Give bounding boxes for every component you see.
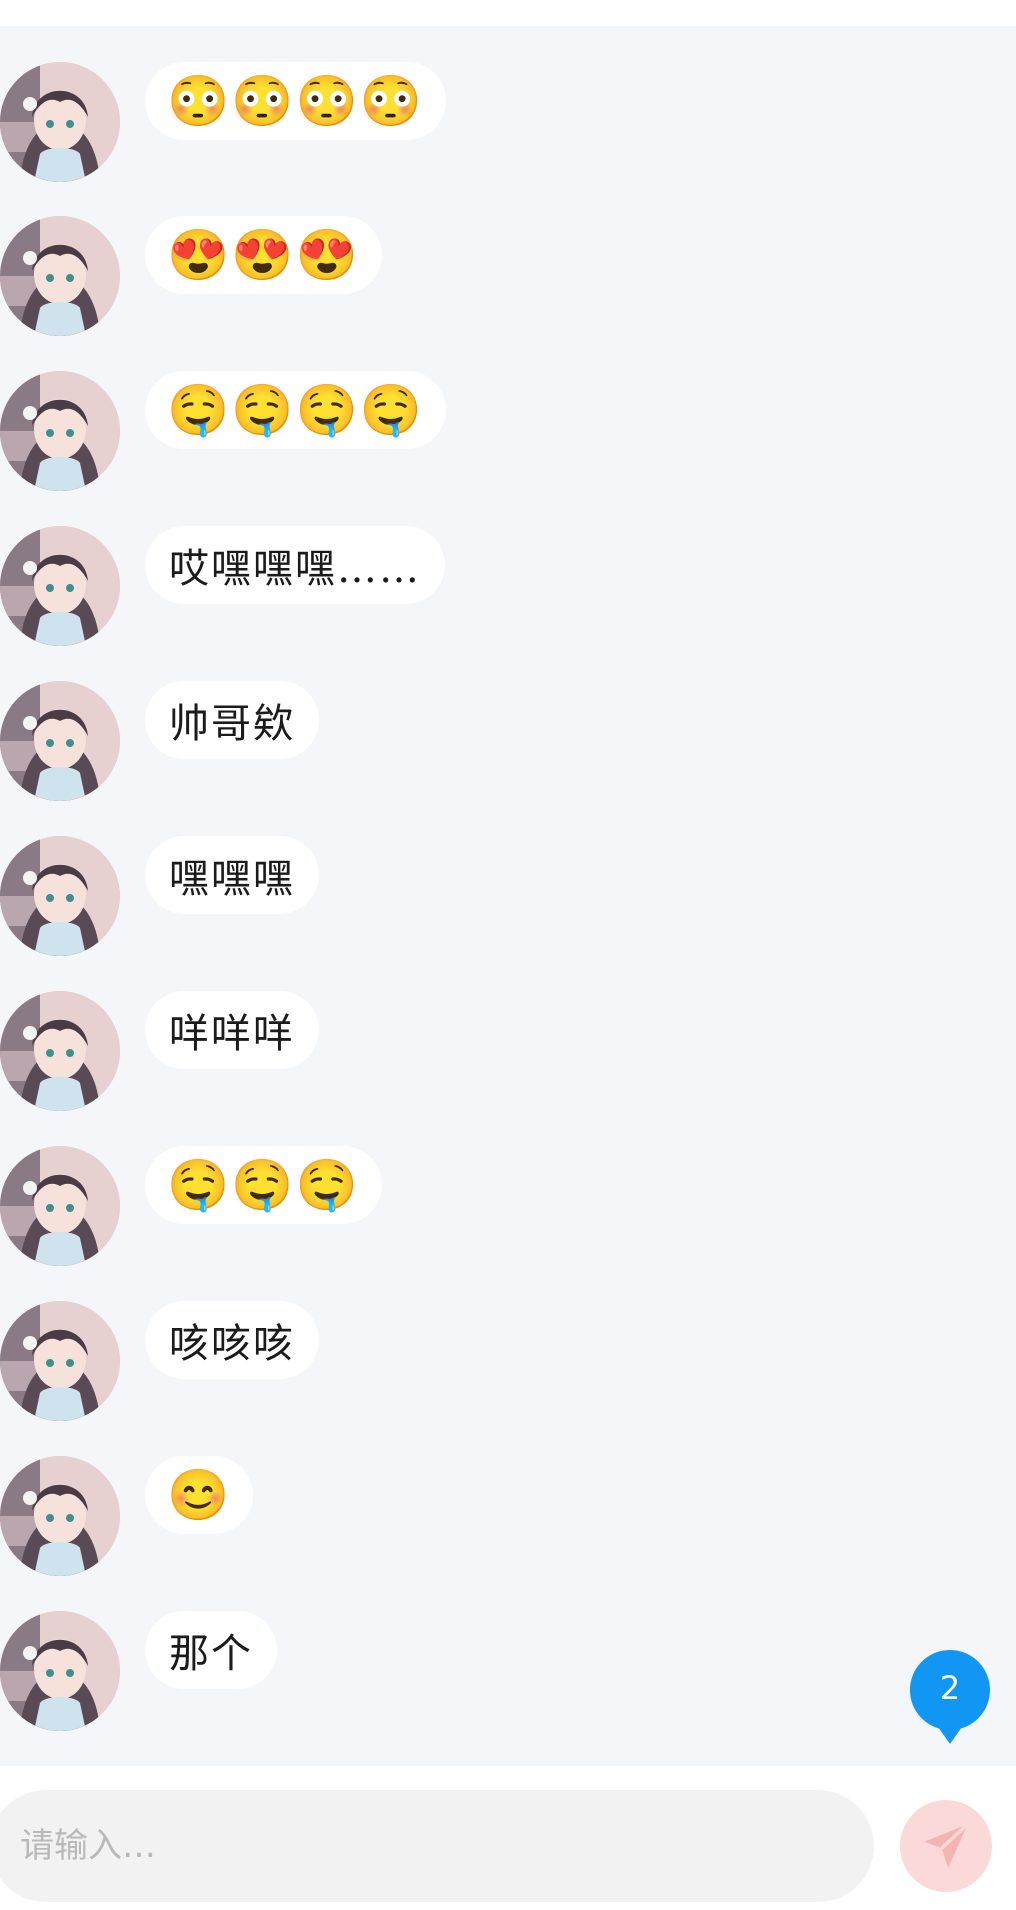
avatar[interactable] bbox=[0, 1611, 120, 1731]
message-bubble[interactable]: 哎嘿嘿嘿…… bbox=[145, 526, 445, 604]
avatar[interactable] bbox=[0, 681, 120, 801]
message-bubble[interactable]: 🤤🤤🤤🤤 bbox=[145, 371, 447, 449]
avatar[interactable] bbox=[0, 62, 120, 182]
avatar[interactable] bbox=[0, 1146, 120, 1266]
message-bubble[interactable]: 咳咳咳 bbox=[145, 1301, 319, 1379]
message-row: 嘿嘿嘿 bbox=[0, 836, 319, 956]
message-bubble[interactable]: 😳😳😳😳 bbox=[145, 62, 447, 140]
message-bubble[interactable]: 😊 bbox=[145, 1456, 254, 1534]
message-row: 咩咩咩 bbox=[0, 991, 319, 1111]
message-row: 🤤🤤🤤 bbox=[0, 1146, 382, 1266]
message-row: 咳咳咳 bbox=[0, 1301, 319, 1421]
avatar[interactable] bbox=[0, 991, 120, 1111]
message-bubble[interactable]: 嘿嘿嘿 bbox=[145, 836, 319, 914]
chat-message-list[interactable]: 😳😳😳😳 😍😍😍 🤤🤤🤤🤤 哎嘿嘿嘿…… 帅哥欸 嘿嘿嘿 咩咩咩 🤤🤤🤤 咳咳咳… bbox=[0, 26, 1016, 1766]
paper-plane-icon bbox=[924, 1823, 969, 1868]
message-row: 哎嘿嘿嘿…… bbox=[0, 526, 445, 646]
message-row: 帅哥欸 bbox=[0, 681, 319, 801]
message-row: 😍😍😍 bbox=[0, 216, 382, 336]
message-bubble[interactable]: 🤤🤤🤤 bbox=[145, 1146, 382, 1224]
message-input[interactable] bbox=[0, 1790, 874, 1902]
unread-count: 2 bbox=[939, 1669, 961, 1707]
avatar[interactable] bbox=[0, 1301, 120, 1421]
unread-count-badge[interactable]: 2 bbox=[908, 1648, 992, 1744]
avatar[interactable] bbox=[0, 526, 120, 646]
message-bubble[interactable]: 咩咩咩 bbox=[145, 991, 319, 1069]
message-bubble[interactable]: 那个 bbox=[145, 1611, 277, 1689]
message-bubble[interactable]: 帅哥欸 bbox=[145, 681, 319, 759]
avatar[interactable] bbox=[0, 371, 120, 491]
avatar[interactable] bbox=[0, 216, 120, 336]
avatar[interactable] bbox=[0, 1456, 120, 1576]
message-row: 😊 bbox=[0, 1456, 254, 1576]
avatar[interactable] bbox=[0, 836, 120, 956]
message-bubble[interactable]: 😍😍😍 bbox=[145, 216, 382, 294]
message-row: 那个 bbox=[0, 1611, 277, 1731]
send-button[interactable] bbox=[900, 1800, 992, 1892]
message-row: 😳😳😳😳 bbox=[0, 62, 447, 182]
message-composer bbox=[0, 1790, 1016, 1910]
message-row: 🤤🤤🤤🤤 bbox=[0, 371, 447, 491]
